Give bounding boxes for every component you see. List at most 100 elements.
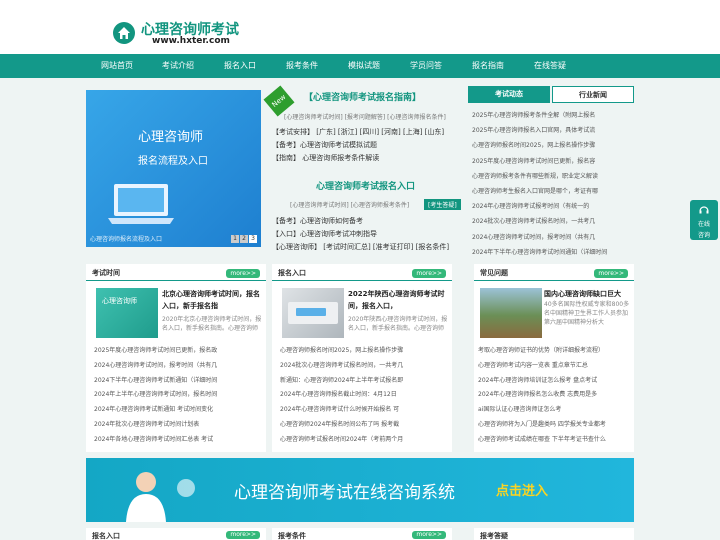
bottom-conditions-section: 报考条件 more>> [272,528,452,540]
nav-conditions[interactable]: 报考条件 [286,54,318,78]
banner-slider[interactable]: 心理咨询师 报名流程及入口 心理咨询师报名流程及入口 123 [86,90,261,247]
thumbnail-label: 心理咨询师 [102,297,137,305]
prep-link[interactable]: 【备考】心理咨询师考试模拟试题 [272,140,377,150]
faq-list: 考取心理咨询师证书的优势（附详细报考流程） 心理咨询师考试内容一览表 重点章节汇… [478,344,632,448]
featured-title[interactable]: 2022年陕西心理咨询师考试时间，报名入口， [348,288,448,312]
list-item[interactable]: 心理咨询师考试内容一览表 重点章节汇总 [478,359,632,374]
news-item[interactable]: 心理咨询师考生报名入口官网是哪个，考证有哪 [472,184,632,199]
faq-title: 常见问题 [480,269,508,277]
guide-links[interactable]: [心理咨询师考试时间] [报考问题解答] [心理咨询师报名条件] [284,112,446,121]
float-label-1: 在线 [697,221,710,228]
list-item[interactable]: 2024年心理咨询师培训证怎么报考 盘点考试 [478,374,632,389]
bottom-more-button[interactable]: more>> [412,531,446,539]
nav-online-answer[interactable]: 在线答疑 [534,54,566,78]
nav-exam-intro[interactable]: 考试介绍 [162,54,194,78]
float-label-2: 咨询 [697,232,710,239]
list-item[interactable]: 新通知：心理咨询师2024年上半年考试报名即 [280,374,450,389]
bottom-more-button[interactable]: more>> [226,531,260,539]
nav-mock-test[interactable]: 模拟试题 [348,54,380,78]
exam-time-thumbnail[interactable]: 心理咨询师 [96,288,158,338]
registration-more-button[interactable]: more>> [412,269,446,278]
list-item[interactable]: 2025年度心理咨询师考试时间已更新，报名政 [94,344,264,359]
list-item[interactable]: ai国际认证心理咨询师证怎么考 [478,403,632,418]
laptop-illustration-icon [108,184,174,224]
list-item[interactable]: 2024批次心理咨询师考试报名时间，一共考几 [280,359,450,374]
nav-qa[interactable]: 学员问答 [410,54,442,78]
guide-heading[interactable]: 【心理咨询师考试报名指南】 [304,90,421,103]
news-item[interactable]: 2024年心理咨询师考试报考时间（有统一的 [472,199,632,214]
news-list: 2025年心理咨询师报考条件全解（附网上报名 2025年心理咨询师报名入口官网，… [472,108,632,260]
keyboard-icon [288,302,338,324]
featured-desc: 2020年北京心理咨询师考试时间，报名入口，新手报名指南。心理咨询师 [162,316,262,332]
list-item[interactable]: 2024年心理咨询师报名截止时间：4月12日 [280,388,450,403]
consult-text: 心理咨询师考试在线咨询系统 [234,483,455,503]
list-item[interactable]: 心理咨询师将为入门是趣类吗 四学报关专业都考 [478,418,632,433]
exam-time-more-button[interactable]: more>> [226,269,260,278]
featured-desc: 40多名国际性权威专家和800多名中国精神卫生界工作人员参加第六届中国精神分析大 [544,301,630,326]
featured-desc: 2020年陕西心理咨询师考试时间，报名入口，新手报名指南。心理咨询师 [348,316,448,332]
banner-dot-3[interactable]: 3 [249,235,257,243]
bottom-qa-section: 报考答疑 [474,528,634,540]
faq-more-button[interactable]: more>> [594,269,628,278]
nav-guide[interactable]: 报名指南 [472,54,504,78]
exam-time-section: 考试时间 more>> 心理咨询师 北京心理咨询师考试时间，报名入口，新手报名指… [86,264,266,452]
keyboard-thumbnail[interactable] [282,288,344,338]
home-logo-icon[interactable] [113,22,135,44]
news-item[interactable]: 心理咨询师报名时间2025，网上报名操作步骤 [472,138,632,153]
section-divider [86,280,266,281]
registration-title: 报名入口 [278,269,306,277]
list-item[interactable]: 2024下半年心理咨询师考试新通知（详细时间 [94,374,264,389]
banner-dot-2[interactable]: 2 [240,235,248,243]
sprint-link[interactable]: 【入口】心理咨询师考试冲刺指导 [272,229,377,239]
guide-link[interactable]: 【指南】 心理咨询师报考条件解读 [272,153,379,163]
list-item[interactable]: 心理咨询师2024年报名时间公布了吗 报考截 [280,418,450,433]
exam-time-title: 考试时间 [92,269,120,277]
consult-banner[interactable]: 心理咨询师考试在线咨询系统 点击进入 [86,458,634,522]
exam-arrangement[interactable]: 【考试安排】 [广东] [浙江] [四川] [河南] [上海] [山东] [272,127,444,137]
main-nav: 网站首页 考试介绍 报名入口 报考条件 模拟试题 学员问答 报名指南 在线答疑 [0,54,720,78]
news-item[interactable]: 2024批次心理咨询师考试报名时间，一共考几 [472,214,632,229]
summary-links[interactable]: 【心理咨询师】 [考试时间汇总] [准考证打印] [报名条件] [272,242,449,252]
news-item[interactable]: 2024年下半年心理咨询师考试时间通知（详细时间 [472,245,632,260]
list-item[interactable]: 2024心理咨询师考试时间，报考时间（共有几 [94,359,264,374]
news-item[interactable]: 2025年心理咨询师报考条件全解（附网上报名 [472,108,632,123]
site-url: www.hxter.com [152,36,230,46]
list-item[interactable]: 心理咨询师考试成绩在哪查 下半年考证书查什么 [478,433,632,448]
featured-title[interactable]: 北京心理咨询师考试时间，报名入口，新手报名指 [162,288,262,312]
nav-home[interactable]: 网站首页 [101,54,133,78]
list-item[interactable]: 2024年各地心理咨询师考试时间汇总表 考试 [94,433,264,448]
prep-howto-link[interactable]: 【备考】心理咨询师如何备考 [272,216,363,226]
bottom-registration-section: 报名入口 more>> [86,528,266,540]
news-item[interactable]: 2025年度心理咨询师考试时间已更新，报名容 [472,154,632,169]
news-item[interactable]: 2024心理咨询师考试时间，报考时间（共有几 [472,230,632,245]
section-divider [474,280,634,281]
list-item[interactable]: 2024年心理咨询师考试什么时候开始报名 可 [280,403,450,418]
news-item[interactable]: 2025年心理咨询师报名入口官网，具体考试流 [472,123,632,138]
candidate-qa-button[interactable]: [考生答疑] [424,199,461,210]
tab-exam-news[interactable]: 考试动态 [468,86,550,103]
headset-icon [699,206,709,214]
registration-list: 心理咨询师报名时间2025，网上报名操作步骤 2024批次心理咨询师考试报名时间… [280,344,450,448]
enter-consult-button[interactable]: 点击进入 [496,480,548,499]
guide-panel: New 【心理咨询师考试报名指南】 [心理咨询师考试时间] [报考问题解答] [… [263,85,463,251]
tab-industry-news[interactable]: 行业新闻 [552,86,634,103]
news-panel: 考试动态 行业新闻 2025年心理咨询师报考条件全解（附网上报名 2025年心理… [468,86,634,256]
registration-heading[interactable]: 心理咨询师考试报名入口 [316,179,415,192]
online-consult-float-button[interactable]: 在线 咨询 [690,200,718,240]
list-item[interactable]: 2024年上半年心理咨询师考试时间，报名时间 [94,388,264,403]
section-divider [272,280,452,281]
list-item[interactable]: 考取心理咨询师证书的优势（附详细报考流程） [478,344,632,359]
banner-dot-1[interactable]: 1 [231,235,239,243]
news-item[interactable]: 心理咨询师报考条件有哪些新规，职业定义解读 [472,169,632,184]
banner-caption: 心理咨询师报名流程及入口 [90,236,163,243]
list-item[interactable]: 2024年心理咨询师报名怎么收费 志费用是多 [478,388,632,403]
registration-links[interactable]: [心理咨询师考试时间] [心理咨询师报考条件] [290,200,409,209]
featured-title[interactable]: 国内心理咨询师缺口巨大 [544,288,630,300]
list-item[interactable]: 心理咨询师考试报名时间2024年（考前两个月 [280,433,450,448]
list-item[interactable]: 心理咨询师报名时间2025，网上报名操作步骤 [280,344,450,359]
nav-registration[interactable]: 报名入口 [224,54,256,78]
list-item[interactable]: 2024年批次心理咨询师考试时间计划表 [94,418,264,433]
list-item[interactable]: 2024年心理咨询师考试新通知 考试时间变化 [94,403,264,418]
landscape-thumbnail[interactable] [480,288,542,338]
bottom-section-title: 报名入口 [92,532,120,540]
